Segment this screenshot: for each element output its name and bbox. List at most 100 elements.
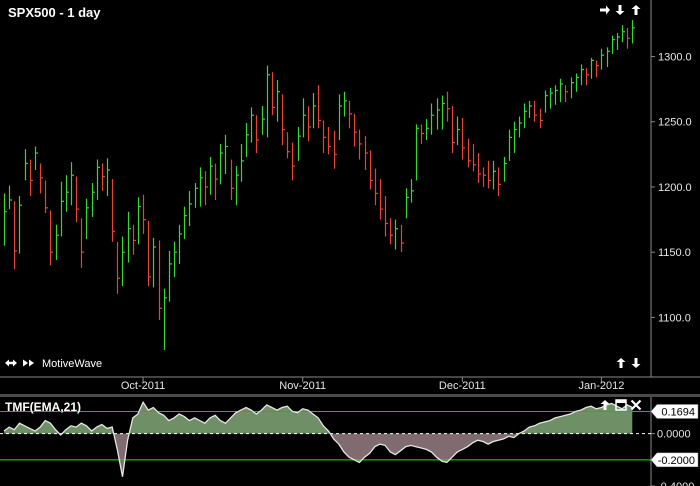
price-bar bbox=[544, 90, 548, 113]
price-bar bbox=[394, 219, 398, 250]
price-bar bbox=[96, 159, 100, 200]
tmf-line bbox=[3, 400, 633, 477]
price-axis-labels: 1100.0 1150.0 1200.0 1250.0 1300.0 bbox=[651, 52, 692, 324]
price-bar bbox=[492, 160, 496, 190]
price-bar bbox=[420, 124, 424, 144]
price-bar bbox=[230, 159, 234, 200]
price-bar bbox=[441, 95, 445, 130]
price-bar bbox=[415, 124, 419, 181]
price-bar bbox=[508, 129, 512, 161]
price-bar bbox=[91, 183, 95, 217]
arrow-down-icon[interactable] bbox=[615, 5, 625, 15]
price-bar bbox=[29, 159, 33, 197]
price-bar bbox=[199, 167, 203, 207]
price-bar bbox=[472, 143, 476, 172]
price-bar bbox=[13, 201, 17, 270]
price-bar bbox=[503, 156, 507, 182]
price-bar bbox=[65, 175, 69, 212]
price-bar bbox=[410, 179, 414, 203]
price-bar bbox=[348, 100, 352, 129]
price-axis-label: 1150.0 bbox=[658, 247, 691, 259]
price-bar bbox=[235, 166, 239, 206]
price-bar bbox=[307, 106, 311, 142]
price-axis-label: 1200.0 bbox=[658, 182, 692, 194]
price-bar bbox=[389, 218, 393, 245]
price-bar bbox=[595, 60, 599, 78]
price-bar bbox=[518, 116, 522, 138]
price-bar bbox=[173, 241, 177, 277]
tmf-axis-label: -0.4000 bbox=[657, 481, 694, 486]
price-bar bbox=[554, 85, 558, 105]
double-arrow-right-icon[interactable] bbox=[23, 359, 34, 367]
price-bar bbox=[178, 224, 182, 264]
time-axis-label: Dec-2011 bbox=[439, 380, 486, 392]
time-axis-label: Oct-2011 bbox=[121, 380, 165, 392]
price-bar bbox=[374, 168, 378, 206]
close-icon[interactable] bbox=[630, 399, 642, 411]
price-bar bbox=[539, 108, 543, 129]
price-bar bbox=[209, 156, 213, 195]
price-bar bbox=[467, 138, 471, 168]
tmf-negative-area bbox=[59, 433, 519, 477]
tmf-panel[interactable]: TMF(EMA,21) 0.0000 -0.4000 0.1694 -0.2000 bbox=[0, 397, 699, 486]
arrow-right-icon[interactable] bbox=[600, 5, 610, 15]
price-bar bbox=[101, 163, 105, 191]
price-bar bbox=[487, 160, 491, 189]
chart-canvas[interactable]: SPX500 - 1 day 1100.01150.01200.01250.01… bbox=[0, 0, 700, 486]
level-value-badge: -0.2000 bbox=[650, 452, 699, 468]
price-bar bbox=[436, 98, 440, 130]
svg-text:0.1694: 0.1694 bbox=[661, 406, 695, 418]
price-bar bbox=[39, 163, 43, 194]
price-bar bbox=[250, 107, 254, 143]
price-panel[interactable]: SPX500 - 1 day 1100.01150.01200.01250.01… bbox=[0, 0, 700, 392]
price-bar bbox=[461, 117, 465, 160]
price-bar bbox=[338, 94, 342, 140]
price-bar bbox=[34, 146, 38, 170]
price-bar bbox=[549, 87, 553, 109]
price-bar bbox=[271, 72, 275, 116]
price-bar bbox=[405, 188, 409, 219]
panel-divider[interactable] bbox=[0, 394, 700, 397]
price-bar bbox=[626, 27, 630, 49]
price-bar bbox=[322, 120, 326, 154]
time-axis-label: Jan-2012 bbox=[578, 380, 624, 392]
price-bar bbox=[477, 153, 481, 184]
price-bar bbox=[611, 35, 615, 54]
price-bar bbox=[497, 167, 501, 197]
price-bar bbox=[286, 132, 290, 159]
arrow-down-icon[interactable] bbox=[631, 358, 641, 368]
price-bars bbox=[3, 20, 635, 350]
price-bar bbox=[369, 150, 373, 190]
price-bar bbox=[204, 171, 208, 206]
price-bar bbox=[116, 241, 120, 294]
double-arrow-left-right-icon[interactable] bbox=[5, 359, 17, 367]
price-bar bbox=[121, 236, 125, 287]
price-bar bbox=[106, 158, 110, 197]
price-bar bbox=[281, 94, 285, 146]
time-axis-label: Nov-2011 bbox=[279, 380, 326, 392]
price-bar bbox=[384, 196, 388, 237]
price-bar bbox=[575, 73, 579, 92]
price-bar bbox=[255, 115, 259, 154]
price-bar bbox=[240, 143, 244, 182]
price-bar bbox=[600, 48, 604, 70]
price-bar bbox=[559, 78, 563, 103]
price-bar bbox=[379, 179, 383, 220]
price-bar bbox=[261, 106, 265, 135]
price-bar bbox=[80, 218, 84, 268]
price-bar bbox=[152, 237, 156, 288]
price-bar bbox=[291, 142, 295, 181]
price-bar bbox=[616, 33, 620, 50]
arrow-up-icon[interactable] bbox=[616, 358, 626, 368]
level-value-badge: 0.1694 bbox=[650, 404, 699, 419]
price-bar bbox=[585, 68, 589, 86]
price-bar bbox=[3, 193, 7, 246]
price-bar bbox=[18, 196, 22, 254]
price-bar bbox=[219, 143, 223, 185]
price-bar bbox=[297, 126, 301, 161]
price-bar bbox=[49, 210, 53, 266]
arrow-up-icon[interactable] bbox=[631, 5, 641, 15]
price-bar bbox=[158, 240, 162, 320]
price-bar bbox=[621, 25, 625, 43]
price-bar bbox=[44, 180, 48, 214]
